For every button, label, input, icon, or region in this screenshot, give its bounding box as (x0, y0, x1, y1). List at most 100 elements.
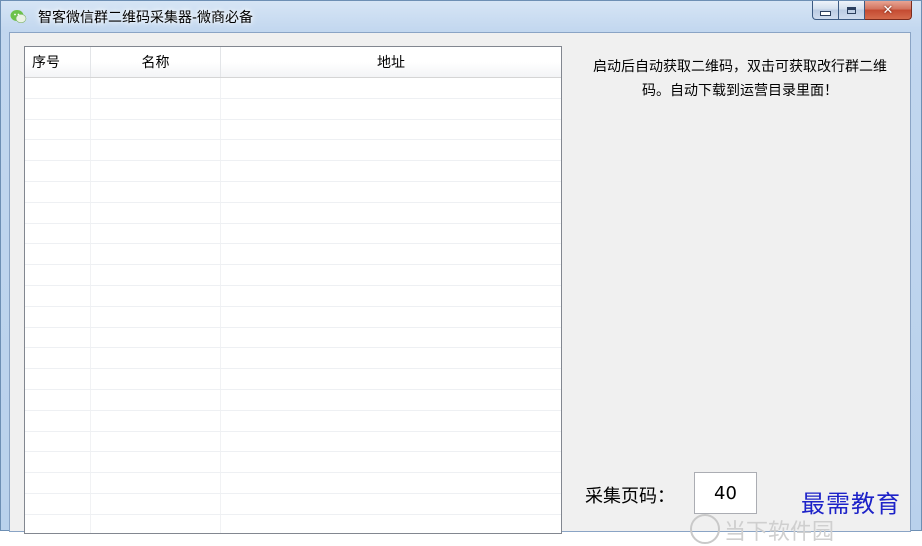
info-text: 启动后自动获取二维码，双击可获取改行群二维码。自动下载到运营目录里面！ (593, 59, 887, 99)
empty-list-cell (221, 182, 561, 202)
empty-list-cell (91, 202, 221, 223)
empty-list-row (25, 181, 561, 203)
empty-list-cell (91, 431, 221, 452)
empty-list-cell (91, 473, 221, 493)
empty-list-cell (25, 306, 91, 327)
empty-list-cell (91, 514, 221, 533)
empty-list-cell (221, 161, 561, 181)
empty-list-cell (221, 369, 561, 389)
empty-list-cell (91, 389, 221, 410)
empty-list-cell (91, 493, 221, 514)
empty-list-cell (221, 244, 561, 264)
empty-list-cell (221, 286, 561, 306)
column-header-name[interactable]: 名称 (91, 47, 221, 77)
empty-list-cell (221, 203, 561, 223)
watermark-logo (690, 514, 720, 544)
empty-list-cell (25, 244, 91, 265)
empty-list-cell (221, 515, 561, 533)
title-bar[interactable]: 智客微信群二维码采集器-微商必备 ✕ (1, 1, 921, 32)
empty-list-cell (221, 265, 561, 285)
empty-list-cell (91, 98, 221, 119)
empty-list-cell (25, 348, 91, 369)
empty-list-row (25, 306, 561, 328)
empty-list-row (25, 327, 561, 349)
empty-list-cell (91, 369, 221, 389)
close-button[interactable]: ✕ (865, 1, 912, 20)
empty-list-cell (221, 328, 561, 348)
empty-list-cell (91, 348, 221, 369)
empty-list-row (25, 285, 561, 307)
minimize-icon (820, 10, 831, 16)
empty-list-row (25, 348, 561, 370)
empty-list-row (25, 244, 561, 266)
empty-list-row (25, 161, 561, 182)
maximize-button[interactable] (839, 1, 865, 20)
client-area: 序号 名称 地址 启动后自动获取二维码，双击可获取改行群二维码。自动下载到运营目… (9, 32, 911, 534)
empty-list-cell (25, 431, 91, 452)
empty-list-cell (221, 432, 561, 452)
empty-list-cell (25, 181, 91, 202)
empty-list-row (25, 473, 561, 494)
empty-list-row (25, 410, 561, 432)
maximize-icon (847, 6, 856, 14)
empty-list-cell (91, 306, 221, 327)
empty-list-row (25, 98, 561, 120)
empty-list-row (25, 223, 561, 245)
empty-list-cell (25, 473, 91, 493)
empty-list-row (25, 514, 561, 533)
empty-list-cell (221, 452, 561, 472)
qr-list-view[interactable]: 序号 名称 地址 (24, 46, 562, 534)
empty-list-cell (25, 285, 91, 306)
empty-list-cell (25, 119, 91, 140)
empty-list-cell (25, 514, 91, 533)
empty-list-cell (91, 140, 221, 161)
minimize-button[interactable] (812, 1, 839, 20)
column-header-address[interactable]: 地址 (221, 47, 561, 77)
empty-list-cell (91, 265, 221, 285)
close-icon: ✕ (882, 2, 894, 18)
empty-list-cell (25, 98, 91, 119)
empty-list-row (25, 202, 561, 224)
empty-list-cell (25, 369, 91, 389)
list-header: 序号 名称 地址 (25, 47, 561, 78)
empty-list-cell (91, 410, 221, 431)
empty-list-cell (221, 348, 561, 368)
empty-list-cell (91, 119, 221, 140)
empty-list-cell (221, 473, 561, 493)
empty-list-cell (221, 120, 561, 140)
empty-list-cell (91, 327, 221, 348)
empty-list-cell (221, 411, 561, 431)
empty-list-cell (25, 78, 91, 98)
empty-list-cell (221, 78, 561, 98)
empty-list-cell (221, 140, 561, 160)
empty-list-row (25, 431, 561, 453)
empty-list-cell (221, 307, 561, 327)
empty-list-row (25, 78, 561, 99)
empty-list-cell (25, 452, 91, 473)
empty-list-cell (25, 410, 91, 431)
empty-list-row (25, 369, 561, 390)
column-header-index[interactable]: 序号 (25, 47, 91, 77)
empty-list-cell (25, 202, 91, 223)
empty-list-row (25, 140, 561, 162)
empty-list-cell (91, 452, 221, 473)
app-window: 智客微信群二维码采集器-微商必备 ✕ 序号 名称 地址 启动后自动获取二维码，双… (0, 0, 922, 534)
empty-list-row (25, 493, 561, 515)
empty-list-row (25, 389, 561, 411)
page-count-label: 采集页码： (585, 486, 675, 507)
empty-list-cell (91, 181, 221, 202)
empty-list-cell (91, 285, 221, 306)
empty-list-row (25, 119, 561, 141)
empty-list-row (25, 452, 561, 474)
empty-list-cell (221, 390, 561, 410)
wechat-icon (10, 10, 27, 23)
empty-list-cell (25, 389, 91, 410)
empty-list-cell (221, 224, 561, 244)
empty-list-cell (25, 140, 91, 161)
window-title: 智客微信群二维码采集器-微商必备 (38, 10, 254, 26)
empty-list-cell (25, 493, 91, 514)
caption-buttons: ✕ (812, 1, 912, 21)
list-body[interactable] (25, 78, 561, 533)
page-count-input[interactable] (694, 472, 757, 514)
empty-list-cell (91, 78, 221, 98)
